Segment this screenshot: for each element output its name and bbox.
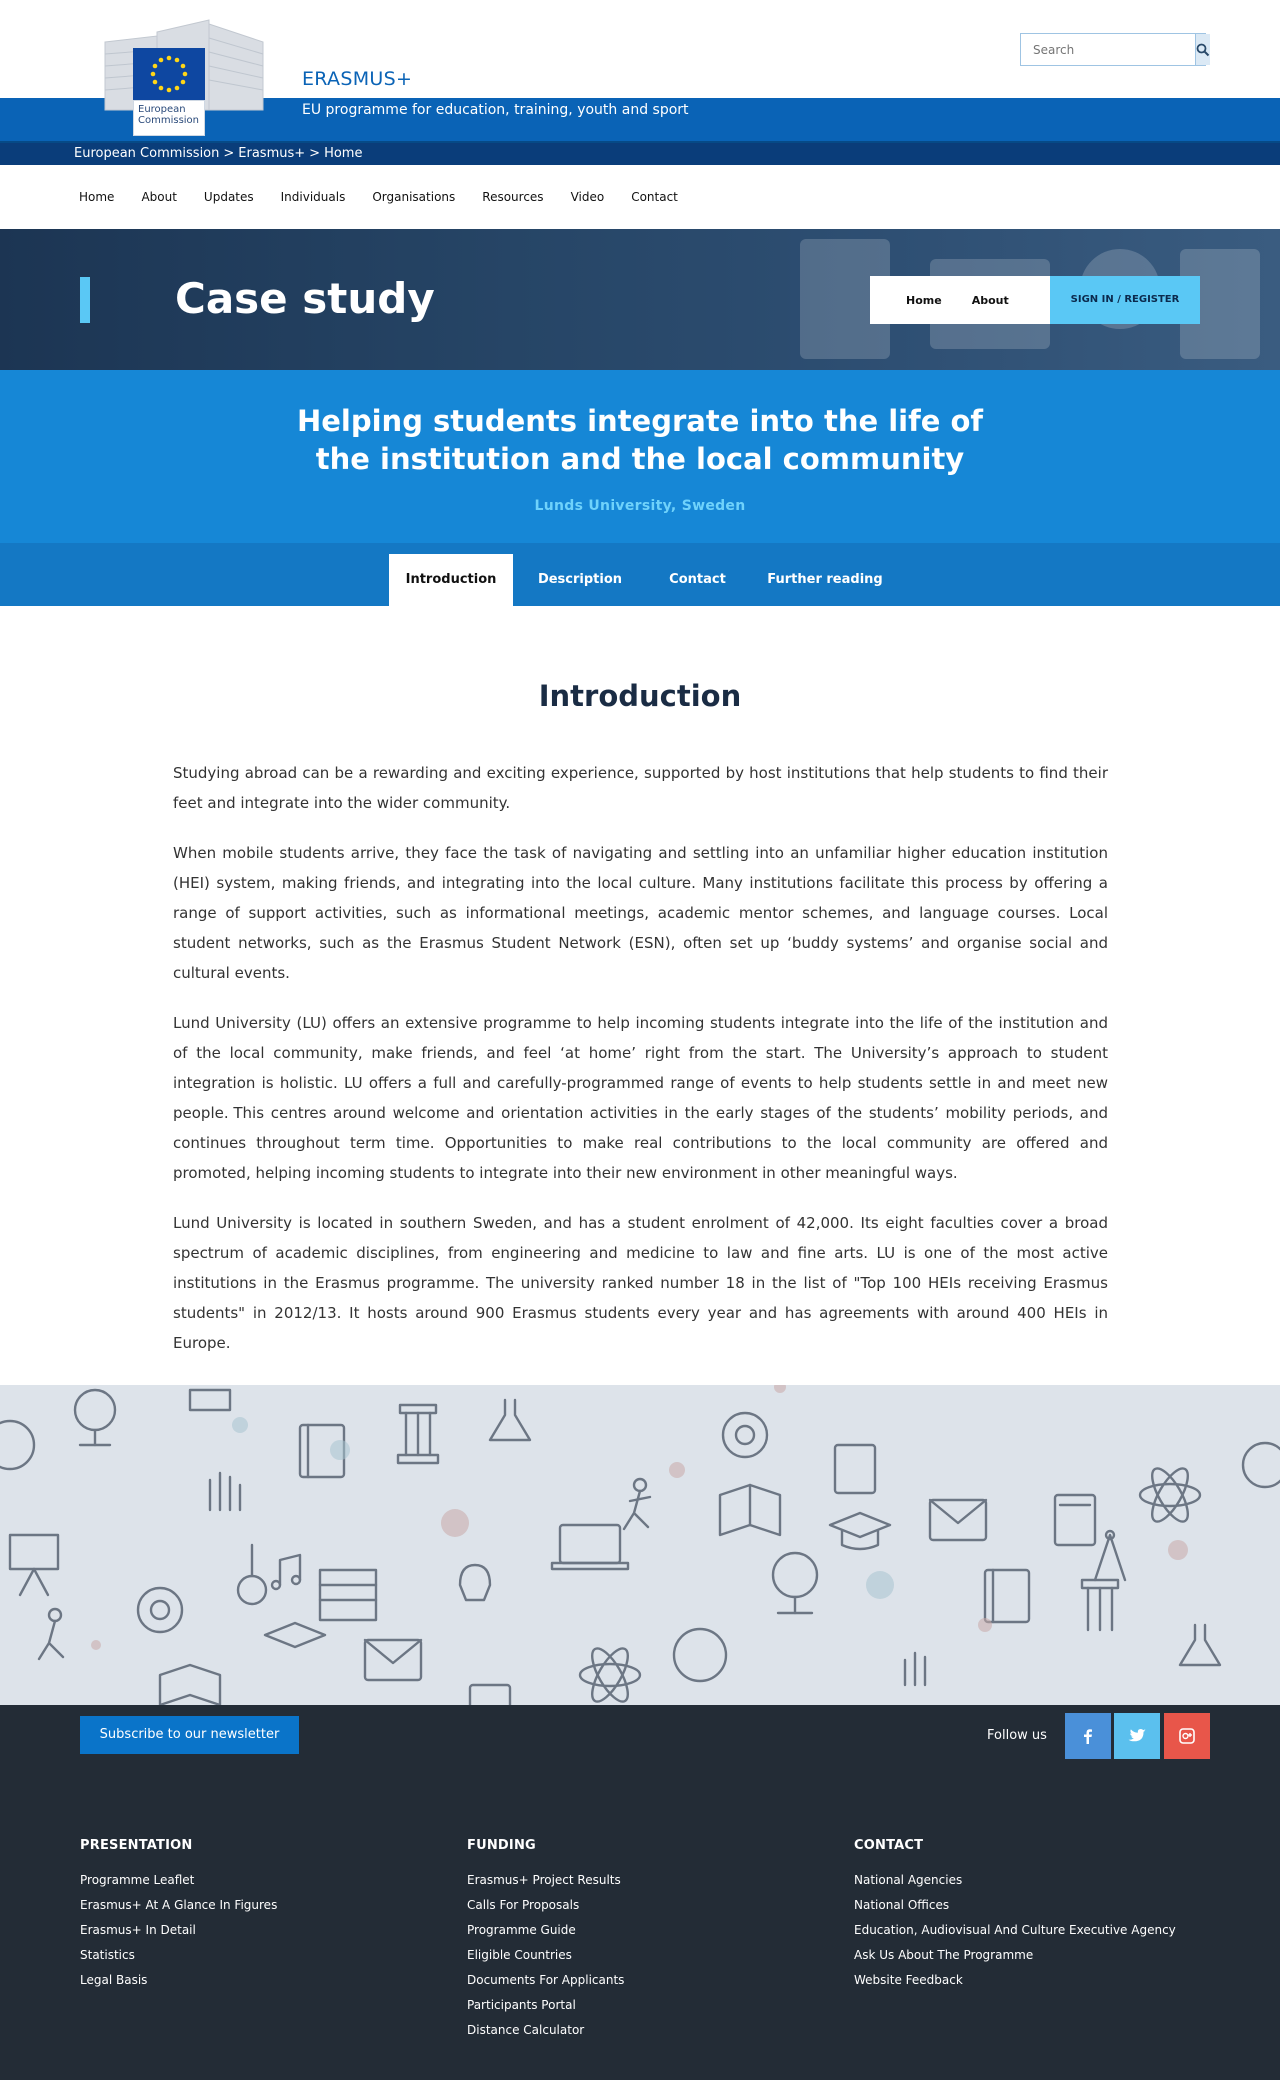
twitter-button[interactable] <box>1114 1713 1160 1759</box>
footer-column-contact: CONTACT National Agencies National Offic… <box>854 1837 1176 1993</box>
search-box <box>1020 33 1210 66</box>
hero-accent-bar <box>80 277 90 323</box>
footer-link[interactable]: Erasmus+ Project Results <box>467 1868 624 1893</box>
footer-link[interactable]: Education, Audiovisual And Culture Execu… <box>854 1918 1176 1943</box>
footer-link[interactable]: Erasmus+ At A Glance In Figures <box>80 1893 277 1918</box>
footer-link[interactable]: Legal Basis <box>80 1968 277 1993</box>
footer-link[interactable]: Website Feedback <box>854 1968 1176 1993</box>
footer-link[interactable]: Documents For Applicants <box>467 1968 624 1993</box>
case-title-band: Helping students integrate into the life… <box>0 370 1280 543</box>
footer-link[interactable]: Ask Us About The Programme <box>854 1943 1176 1968</box>
main-nav: Home About Updates Individuals Organisat… <box>0 165 1280 229</box>
google-plus-icon <box>1179 1728 1195 1744</box>
footer-link[interactable]: Calls For Proposals <box>467 1893 624 1918</box>
footer-link[interactable]: Statistics <box>80 1943 277 1968</box>
hero-quick-links: Home About <box>870 276 1050 324</box>
logo-text: European Commission <box>133 100 205 136</box>
brand-name[interactable]: ERASMUS+ <box>302 68 412 90</box>
article-body: Studying abroad can be a rewarding and e… <box>173 758 1108 1378</box>
search-button[interactable] <box>1195 34 1210 65</box>
paragraph: Lund University is located in southern S… <box>173 1214 1108 1352</box>
tab-further-reading[interactable]: Further reading <box>760 554 890 606</box>
search-icon <box>1196 43 1210 56</box>
tab-contact[interactable]: Contact <box>640 554 755 606</box>
hero-link-about[interactable]: About <box>972 294 1009 307</box>
european-commission-logo[interactable]: European Commission <box>97 14 271 136</box>
section-heading: Introduction <box>538 679 742 713</box>
footer-link[interactable]: National Agencies <box>854 1868 1176 1893</box>
breadcrumb-separator: > <box>223 146 235 161</box>
hero-banner: Case study Home About SIGN IN / REGISTER <box>0 229 1280 370</box>
breadcrumb-item[interactable]: Erasmus+ <box>238 146 305 161</box>
footer-link[interactable]: Participants Portal <box>467 1993 624 2018</box>
footer-link[interactable]: Distance Calculator <box>467 2018 624 2043</box>
breadcrumb: European Commission > Erasmus+ > Home <box>0 143 1280 165</box>
footer-column-title: PRESENTATION <box>80 1838 193 1853</box>
footer-column-presentation: PRESENTATION Programme Leaflet Erasmus+ … <box>80 1837 277 1993</box>
facebook-button[interactable] <box>1065 1713 1111 1759</box>
nav-item-contact[interactable]: Contact <box>631 190 678 204</box>
follow-us-label: Follow us <box>987 1728 1047 1743</box>
footer-link[interactable]: Eligible Countries <box>467 1943 624 1968</box>
footer-link[interactable]: Programme Leaflet <box>80 1868 277 1893</box>
twitter-icon <box>1128 1729 1146 1742</box>
footer-column-title: CONTACT <box>854 1838 924 1853</box>
nav-item-organisations[interactable]: Organisations <box>372 190 455 204</box>
nav-item-resources[interactable]: Resources <box>482 190 543 204</box>
newsletter-subscribe-button[interactable]: Subscribe to our newsletter <box>80 1716 299 1754</box>
search-input[interactable] <box>1021 34 1195 65</box>
breadcrumb-item[interactable]: Home <box>324 146 362 161</box>
footer-column-funding: FUNDING Erasmus+ Project Results Calls F… <box>467 1837 624 2043</box>
sign-in-register-button[interactable]: SIGN IN / REGISTER <box>1050 276 1200 324</box>
nav-item-about[interactable]: About <box>141 190 176 204</box>
paragraph: When mobile students arrive, they face t… <box>173 844 1108 982</box>
case-subtitle: Lunds University, Sweden <box>534 498 746 514</box>
footer-link[interactable]: Erasmus+ In Detail <box>80 1918 277 1943</box>
education-icons-pattern <box>0 1385 1280 1705</box>
case-tabs: Introduction Description Contact Further… <box>0 543 1280 606</box>
nav-item-updates[interactable]: Updates <box>204 190 254 204</box>
case-title: Helping students integrate into the life… <box>0 402 1280 478</box>
tab-description[interactable]: Description <box>520 554 640 606</box>
tab-introduction[interactable]: Introduction <box>389 554 513 606</box>
pattern-icons <box>0 1385 1280 1705</box>
footer-link[interactable]: National Offices <box>854 1893 1176 1918</box>
case-title-line-1: Helping students integrate into the life… <box>296 404 984 438</box>
nav-item-video[interactable]: Video <box>571 190 605 204</box>
hero-title: Case study <box>175 274 435 323</box>
nav-item-home[interactable]: Home <box>79 190 114 204</box>
hero-link-home[interactable]: Home <box>906 294 942 307</box>
tagline: EU programme for education, training, yo… <box>302 102 689 118</box>
breadcrumb-separator: > <box>309 146 321 161</box>
footer-link[interactable]: Programme Guide <box>467 1918 624 1943</box>
case-title-line-2: the institution and the local community <box>315 442 965 476</box>
breadcrumb-item[interactable]: European Commission <box>74 146 219 161</box>
site-footer: Subscribe to our newsletter Follow us PR… <box>0 1705 1280 2080</box>
paragraph: Lund University (LU) offers an extensive… <box>173 1014 1108 1182</box>
paragraph: Studying abroad can be a rewarding and e… <box>173 764 1108 812</box>
eu-flag-icon <box>133 48 205 100</box>
google-plus-button[interactable] <box>1164 1713 1210 1759</box>
facebook-icon <box>1084 1729 1092 1744</box>
nav-item-individuals[interactable]: Individuals <box>281 190 346 204</box>
footer-column-title: FUNDING <box>467 1838 536 1853</box>
